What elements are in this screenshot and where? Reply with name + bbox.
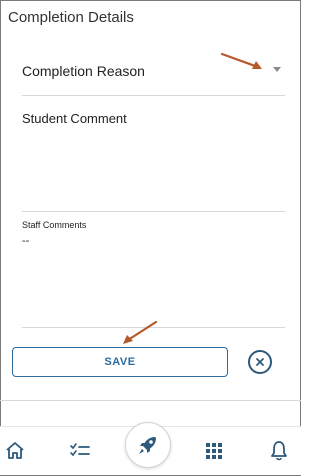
bell-icon bbox=[271, 441, 287, 461]
staff-comments-value: -- bbox=[22, 235, 30, 247]
grid-icon bbox=[206, 443, 222, 459]
nav-apps[interactable] bbox=[203, 439, 225, 461]
student-comment-field[interactable]: Student Comment bbox=[22, 104, 285, 212]
nav-notifications[interactable] bbox=[268, 439, 290, 461]
dropdown-caret-icon[interactable] bbox=[273, 67, 281, 72]
checklist-icon bbox=[70, 443, 90, 457]
annotation-arrow-icon bbox=[123, 320, 158, 344]
nav-home[interactable] bbox=[4, 439, 26, 461]
home-icon bbox=[6, 442, 24, 459]
nav-launch-button[interactable] bbox=[125, 422, 171, 468]
page-title: Completion Details bbox=[8, 9, 134, 26]
staff-comments-label: Staff Comments bbox=[22, 220, 87, 230]
student-comment-label: Student Comment bbox=[22, 111, 127, 126]
nav-tasks[interactable] bbox=[69, 439, 91, 461]
divider bbox=[0, 400, 301, 401]
cancel-button[interactable] bbox=[248, 350, 272, 374]
close-icon bbox=[256, 358, 264, 366]
completion-reason-label: Completion Reason bbox=[22, 63, 145, 79]
annotation-arrow-icon bbox=[220, 52, 262, 69]
staff-comments-section: Staff Comments -- bbox=[22, 219, 285, 328]
rocket-icon bbox=[139, 437, 156, 454]
save-button[interactable]: SAVE bbox=[12, 347, 228, 377]
